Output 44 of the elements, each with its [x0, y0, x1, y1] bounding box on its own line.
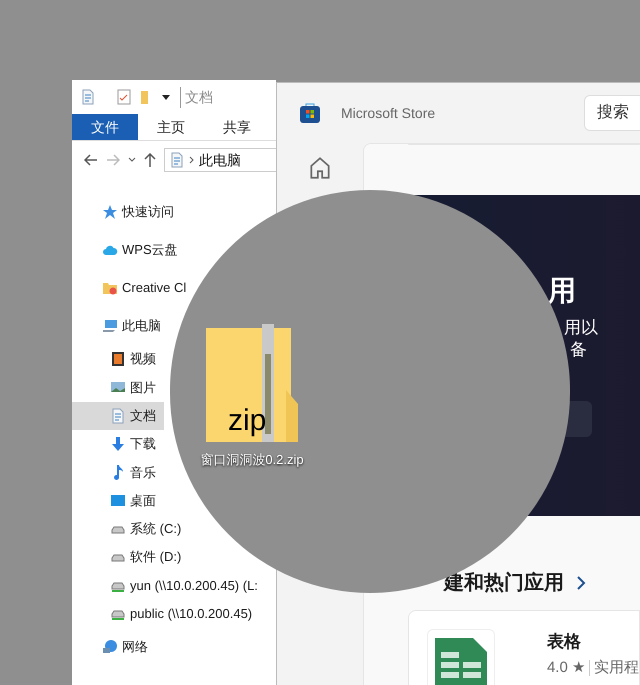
- tree-item[interactable]: 快速访问: [72, 193, 174, 231]
- computer-icon: [102, 318, 118, 334]
- document-icon: [80, 89, 96, 105]
- zip-folder-icon[interactable]: [206, 324, 298, 442]
- zip-label: zip: [228, 406, 266, 436]
- app-title: Microsoft Store: [341, 104, 436, 122]
- ribbon-tab[interactable]: 文件: [72, 114, 138, 140]
- folder-icon: [102, 280, 118, 296]
- chevron-down-icon[interactable]: [128, 157, 136, 163]
- tree-item[interactable]: 视频: [72, 345, 156, 374]
- document-icon: [110, 408, 126, 424]
- checklist-icon: [116, 89, 132, 105]
- hero-text: 备: [570, 339, 587, 361]
- film-icon: [110, 351, 126, 368]
- document-icon: [169, 152, 185, 168]
- chevron-right-icon: [189, 156, 195, 164]
- tree-item[interactable]: 下载: [72, 430, 156, 458]
- search-field[interactable]: 搜索: [584, 95, 640, 131]
- tree-item[interactable]: 桌面: [72, 486, 156, 515]
- desktop-icon: [110, 492, 126, 509]
- chevron-right-icon[interactable]: [576, 576, 586, 590]
- app-rating: 4.0 ★: [546, 658, 585, 676]
- window-title: 文档: [180, 86, 213, 108]
- tree-item[interactable]: 此电脑: [72, 307, 161, 345]
- back-icon[interactable]: [84, 154, 98, 166]
- hero-title: 用: [548, 277, 576, 305]
- star-icon: [102, 204, 118, 220]
- app-card[interactable]: 表格 4.0 ★ 实用程: [408, 610, 640, 685]
- address-bar[interactable]: 此电脑: [164, 148, 276, 172]
- hero-text: 用以: [564, 317, 598, 339]
- down-arrow-icon: [110, 436, 126, 452]
- tree-item[interactable]: public (\\10.0.200.45): [72, 600, 252, 628]
- tree-item[interactable]: 网络: [72, 628, 148, 666]
- address-path: 此电脑: [199, 150, 241, 170]
- tree-item[interactable]: 音乐: [72, 458, 156, 486]
- app-name: 表格: [546, 631, 582, 653]
- network-icon: [102, 638, 118, 655]
- ribbon-tab[interactable]: 共享: [204, 114, 270, 140]
- tree-item[interactable]: 图片: [72, 373, 156, 402]
- tree-item[interactable]: 文档: [72, 402, 164, 430]
- up-arrow-icon[interactable]: [144, 153, 156, 167]
- store-bag-icon: [299, 102, 321, 124]
- app-category: 实用程: [594, 658, 639, 676]
- ribbon-tab[interactable]: 主页: [138, 114, 204, 140]
